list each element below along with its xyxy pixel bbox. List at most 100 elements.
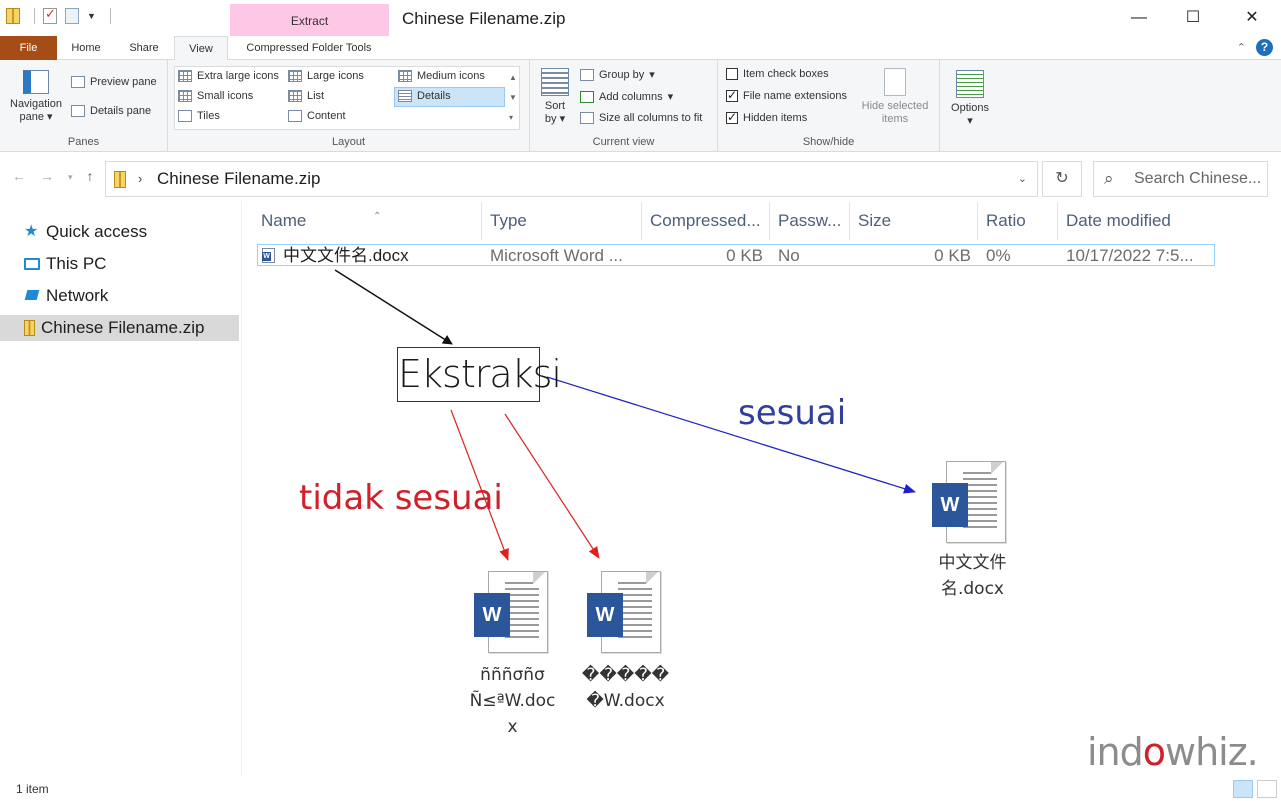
table-row[interactable]: 中文文件名.docx Microsoft Word ... 0 KB No 0 …: [257, 244, 1215, 266]
preview-pane-button[interactable]: Preview pane: [71, 76, 157, 88]
layout-scroll-arrows-icon[interactable]: ▲ ▼ ▾: [509, 68, 517, 128]
customize-toolbar-chevron-icon[interactable]: ▼: [87, 11, 96, 21]
options-button[interactable]: Options ▾: [944, 70, 996, 128]
column-header-ratio[interactable]: Ratio: [978, 202, 1058, 240]
nav-item-label: This PC: [46, 254, 107, 273]
sort-by-button[interactable]: Sort by ▾: [538, 68, 572, 126]
navigation-pane: Quick access This PC Network Chinese Fil…: [0, 202, 242, 777]
word-document-icon: W: [932, 461, 1008, 545]
file-name-extensions-checkbox[interactable]: [726, 88, 738, 102]
file-name-extensions-toggle[interactable]: File name extensions: [726, 88, 847, 102]
details-pane-icon: [71, 105, 85, 117]
word-badge-icon: W: [932, 483, 968, 527]
caption-line: 中文文件: [938, 553, 1007, 573]
layout-details[interactable]: Details: [398, 90, 451, 102]
hidden-items-label: Hidden items: [743, 112, 808, 124]
breadcrumb-chevron-icon[interactable]: ›: [138, 171, 142, 186]
forward-arrow-icon[interactable]: →: [40, 168, 54, 184]
maximize-button[interactable]: ☐: [1178, 6, 1208, 30]
nav-item-quick-access[interactable]: Quick access: [0, 219, 239, 245]
layout-tiles[interactable]: Tiles: [178, 110, 220, 122]
recent-locations-chevron-icon[interactable]: ▾: [68, 172, 73, 184]
back-arrow-icon[interactable]: ←: [12, 168, 26, 184]
medium-icons-icon: [398, 70, 412, 82]
cell-type: Microsoft Word ...: [490, 246, 623, 265]
show-hide-group: Item check boxes File name extensions Hi…: [718, 60, 940, 152]
nav-item-label: Quick access: [46, 222, 148, 241]
layout-list[interactable]: List: [288, 90, 324, 102]
large-icons-view-button[interactable]: [1257, 780, 1277, 798]
layout-medium-icons[interactable]: Medium icons: [398, 70, 485, 82]
ribbon: Navigation pane ▾ Preview pane Details p…: [0, 60, 1281, 152]
new-folder-icon[interactable]: [65, 8, 79, 24]
item-check-boxes-checkbox[interactable]: [726, 68, 738, 80]
add-columns-label: Add columns: [599, 90, 663, 103]
properties-icon[interactable]: [43, 6, 57, 24]
preview-pane-label: Preview pane: [90, 76, 157, 88]
column-header-type[interactable]: Type: [482, 202, 642, 240]
navigation-pane-button[interactable]: Navigation pane ▾: [6, 70, 66, 124]
size-columns-icon: [580, 112, 594, 124]
nav-item-network[interactable]: Network: [0, 283, 239, 309]
zip-folder-icon: [6, 8, 20, 24]
add-columns-button[interactable]: Add columns ▾: [580, 90, 673, 103]
nav-item-chinese-filename-zip[interactable]: Chinese Filename.zip: [0, 315, 239, 341]
group-by-button[interactable]: Group by ▾: [580, 68, 655, 81]
refresh-button[interactable]: ↻: [1042, 161, 1082, 197]
address-bar[interactable]: › Chinese Filename.zip ⌄: [105, 161, 1038, 197]
tab-file[interactable]: File: [0, 36, 57, 60]
preview-pane-icon: [71, 76, 85, 88]
details-view-button[interactable]: [1233, 780, 1253, 798]
small-icons-label: Small icons: [197, 90, 254, 102]
large-icons-icon: [288, 70, 302, 82]
details-pane-label: Details pane: [90, 105, 152, 117]
tab-compressed-folder-tools[interactable]: Compressed Folder Tools: [232, 36, 386, 60]
document-lines: [618, 582, 652, 642]
layout-content[interactable]: Content: [288, 110, 346, 122]
address-dropdown-icon[interactable]: ⌄: [1018, 172, 1027, 185]
item-count: 1 item: [16, 782, 49, 796]
hidden-items-toggle[interactable]: Hidden items: [726, 110, 808, 124]
layout-large-icons[interactable]: Large icons: [288, 70, 364, 82]
hidden-items-checkbox[interactable]: [726, 110, 738, 124]
column-header-size[interactable]: Size: [850, 202, 978, 240]
column-header-password[interactable]: Passw...: [770, 202, 850, 240]
close-button[interactable]: ✕: [1237, 6, 1267, 30]
network-icon: [24, 288, 40, 304]
details-pane-button[interactable]: Details pane: [71, 105, 151, 117]
column-header-compressed[interactable]: Compressed...: [642, 202, 770, 240]
window-title: Chinese Filename.zip: [402, 9, 566, 28]
layout-extra-large-icons[interactable]: Extra large icons: [178, 70, 279, 82]
hide-selected-icon: [884, 68, 906, 96]
item-check-boxes-toggle[interactable]: Item check boxes: [726, 68, 829, 80]
tab-home[interactable]: Home: [62, 36, 110, 60]
tab-view[interactable]: View: [174, 36, 228, 61]
caption-line: �����: [581, 665, 670, 685]
ribbon-controls: ⌃ ?: [1237, 39, 1273, 56]
cell-size: 0 KB: [934, 246, 971, 265]
column-header-name[interactable]: ⌃ Name: [253, 202, 482, 240]
cell-name[interactable]: 中文文件名.docx: [283, 245, 483, 267]
small-icons-icon: [178, 90, 192, 102]
help-icon[interactable]: ?: [1256, 39, 1273, 56]
navigation-arrows: ← → ▾ ↑: [12, 168, 94, 184]
correct-document-caption: 中文文件 名.docx: [925, 550, 1020, 602]
refresh-icon: ↻: [1055, 170, 1069, 187]
zip-folder-icon: [114, 171, 126, 188]
layout-small-icons[interactable]: Small icons: [178, 90, 253, 102]
cell-date-modified: 10/17/2022 7:5...: [1066, 246, 1194, 265]
hide-selected-items-button[interactable]: Hide selected items: [858, 68, 932, 126]
search-placeholder[interactable]: Search Chinese...: [1134, 170, 1264, 188]
size-all-columns-button[interactable]: Size all columns to fit: [580, 112, 702, 124]
garbled-document-caption-1: ñññσñσ Ñ≤ªW.doc x: [460, 662, 565, 740]
search-box[interactable]: ⌕ Search Chinese...: [1093, 161, 1268, 197]
up-arrow-icon[interactable]: ↑: [87, 168, 94, 184]
options-group: Options ▾: [940, 60, 1000, 152]
collapse-ribbon-icon[interactable]: ⌃: [1237, 41, 1246, 54]
nav-item-this-pc[interactable]: This PC: [0, 251, 239, 277]
address-path[interactable]: Chinese Filename.zip: [157, 169, 320, 189]
tab-share[interactable]: Share: [118, 36, 170, 60]
minimize-button[interactable]: —: [1124, 6, 1154, 30]
tiles-icon: [178, 110, 192, 122]
column-header-date-modified[interactable]: Date modified: [1058, 202, 1218, 240]
